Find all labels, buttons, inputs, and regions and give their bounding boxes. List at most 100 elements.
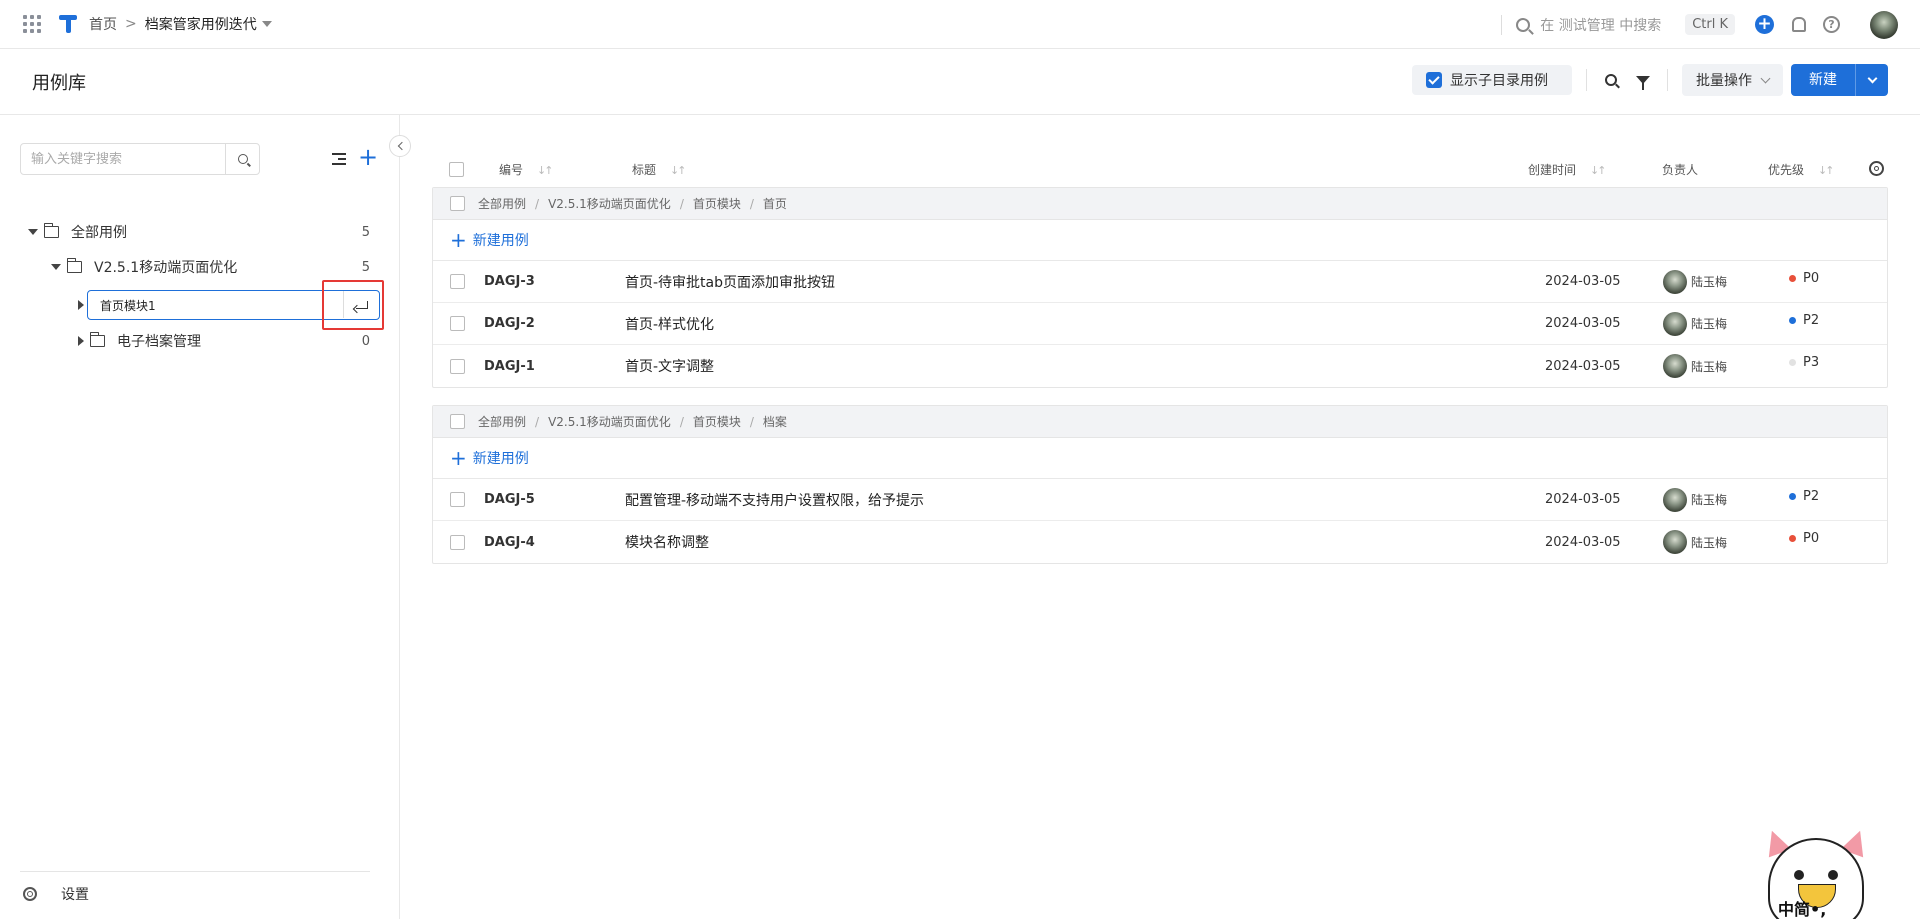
column-header-title[interactable]: 标题 ↓↑ — [632, 161, 687, 178]
table-row[interactable]: DAGJ-3 首页-待审批tab页面添加审批按钮 2024-03-05 陆玉梅 … — [433, 261, 1887, 303]
case-id[interactable]: DAGJ-2 — [484, 316, 535, 331]
case-id[interactable]: DAGJ-1 — [484, 359, 535, 374]
priority-label: P2 — [1803, 313, 1820, 328]
case-title[interactable]: 模块名称调整 — [625, 532, 709, 552]
gear-icon — [23, 887, 37, 901]
page-title: 用例库 — [32, 72, 86, 94]
table-row[interactable]: DAGJ-1 首页-文字调整 2024-03-05 陆玉梅 P3 — [433, 345, 1887, 387]
sort-icon[interactable]: ↓↑ — [537, 164, 554, 177]
case-id[interactable]: DAGJ-3 — [484, 274, 535, 289]
caret-down-icon[interactable] — [28, 229, 38, 235]
avatar — [1663, 487, 1687, 512]
select-all-checkbox[interactable] — [449, 161, 464, 177]
column-label: 创建时间 — [1528, 162, 1577, 177]
project-name[interactable]: 档案管家用例迭代 — [145, 14, 257, 34]
tree-node-iteration[interactable]: V2.5.1移动端页面优化 5 — [51, 255, 400, 279]
path-separator: / — [749, 414, 754, 429]
case-date: 2024-03-05 — [1545, 534, 1621, 550]
case-id[interactable]: DAGJ-5 — [484, 492, 535, 507]
column-header-priority[interactable]: 优先级 ↓↑ — [1768, 161, 1835, 178]
case-priority[interactable]: P2 — [1789, 489, 1819, 504]
case-owner: 陆玉梅 — [1663, 311, 1727, 336]
sort-icon[interactable]: ↓↑ — [670, 164, 687, 177]
column-header-id[interactable]: 编号 ↓↑ — [499, 161, 554, 178]
collapse-sidebar-button[interactable] — [389, 135, 411, 157]
case-priority[interactable]: P0 — [1789, 271, 1819, 286]
breadcrumb-separator: > — [125, 16, 137, 32]
tree-search — [20, 143, 260, 175]
avatar — [1663, 311, 1687, 336]
path-segment: 首页 — [762, 197, 787, 211]
priority-label: P0 — [1803, 531, 1820, 546]
case-owner: 陆玉梅 — [1663, 487, 1727, 512]
global-search[interactable]: 在 测试管理 中搜索 Ctrl K — [1516, 14, 1735, 35]
row-checkbox[interactable] — [450, 492, 465, 507]
row-checkbox[interactable] — [450, 358, 465, 374]
breadcrumb-home-link[interactable]: 首页 — [89, 14, 117, 34]
divider — [1586, 69, 1587, 91]
tree-node-electronic-archive[interactable]: 电子档案管理 0 — [78, 329, 400, 353]
app-logo-icon[interactable] — [57, 13, 79, 35]
settings-label: 设置 — [61, 887, 89, 903]
priority-label: P3 — [1803, 355, 1820, 370]
caret-right-icon[interactable] — [78, 300, 84, 310]
apps-grid-icon[interactable] — [23, 15, 41, 33]
tree-node-count: 0 — [361, 333, 370, 349]
row-checkbox[interactable] — [450, 534, 465, 550]
path-separator: / — [535, 414, 540, 429]
case-title[interactable]: 首页-样式优化 — [625, 314, 714, 334]
filter-button[interactable] — [1633, 70, 1653, 90]
tree-search-button[interactable] — [225, 144, 259, 174]
table-row[interactable]: DAGJ-2 首页-样式优化 2024-03-05 陆玉梅 P2 — [433, 303, 1887, 345]
avatar — [1663, 354, 1687, 378]
chevron-down-icon — [1867, 73, 1877, 83]
search-icon — [237, 154, 248, 164]
help-icon[interactable]: ? — [1823, 16, 1840, 33]
case-title[interactable]: 配置管理-移动端不支持用户设置权限，给予提示 — [625, 490, 924, 510]
case-priority[interactable]: P0 — [1789, 531, 1819, 546]
bell-icon[interactable] — [1790, 16, 1806, 33]
settings-link[interactable]: 设置 — [20, 871, 370, 904]
add-directory-icon[interactable]: + — [358, 145, 378, 169]
case-title[interactable]: 首页-待审批tab页面添加审批按钮 — [625, 272, 835, 292]
tree-search-input[interactable] — [21, 144, 226, 174]
show-subdir-checkbox[interactable] — [1426, 72, 1442, 88]
case-priority[interactable]: P2 — [1789, 313, 1819, 328]
project-dropdown-icon[interactable] — [261, 21, 272, 27]
case-owner: 陆玉梅 — [1663, 530, 1727, 554]
show-subdir-toggle[interactable]: 显示子目录用例 — [1412, 65, 1572, 95]
caret-right-icon[interactable] — [78, 336, 84, 346]
column-header-owner[interactable]: 负责人 — [1662, 161, 1698, 178]
sort-icon[interactable]: ↓↑ — [1590, 164, 1607, 177]
new-case-button[interactable]: + 新建用例 — [433, 220, 1887, 261]
mascot-text: 中简•, — [1778, 900, 1827, 919]
new-button[interactable]: 新建 — [1791, 64, 1856, 96]
new-case-button[interactable]: + 新建用例 — [433, 438, 1887, 479]
column-label: 优先级 — [1768, 162, 1805, 177]
batch-operation-button[interactable]: 批量操作 — [1682, 64, 1783, 96]
toolbar: 显示子目录用例 批量操作 新建 — [1412, 64, 1888, 96]
new-dropdown-button[interactable] — [1856, 64, 1888, 96]
group-checkbox[interactable] — [450, 196, 465, 211]
column-settings-gear-icon[interactable] — [1869, 161, 1884, 176]
create-plus-icon[interactable]: + — [1755, 15, 1774, 34]
group-checkbox[interactable] — [450, 414, 465, 429]
tree-node-count: 5 — [361, 259, 370, 275]
case-priority[interactable]: P3 — [1789, 355, 1819, 370]
path-segment: 全部用例 — [478, 415, 527, 429]
sort-icon[interactable]: ↓↑ — [1818, 164, 1835, 177]
column-header-created[interactable]: 创建时间 ↓↑ — [1528, 161, 1607, 178]
row-checkbox[interactable] — [450, 274, 465, 289]
search-button[interactable] — [1601, 70, 1621, 90]
case-title[interactable]: 首页-文字调整 — [625, 356, 714, 376]
table-row[interactable]: DAGJ-4 模块名称调整 2024-03-05 陆玉梅 P0 — [433, 521, 1887, 563]
user-avatar[interactable] — [1870, 10, 1898, 39]
table-row[interactable]: DAGJ-5 配置管理-移动端不支持用户设置权限，给予提示 2024-03-05… — [433, 479, 1887, 521]
expand-collapse-tree-icon[interactable] — [332, 153, 346, 165]
group-path: 全部用例 / V2.5.1移动端页面优化 / 首页模块 / 首页 — [433, 188, 1887, 220]
rename-node-input[interactable] — [88, 292, 333, 318]
caret-down-icon[interactable] — [51, 264, 61, 270]
tree-node-all-cases[interactable]: 全部用例 5 — [28, 220, 400, 244]
row-checkbox[interactable] — [450, 316, 465, 331]
case-id[interactable]: DAGJ-4 — [484, 535, 535, 550]
